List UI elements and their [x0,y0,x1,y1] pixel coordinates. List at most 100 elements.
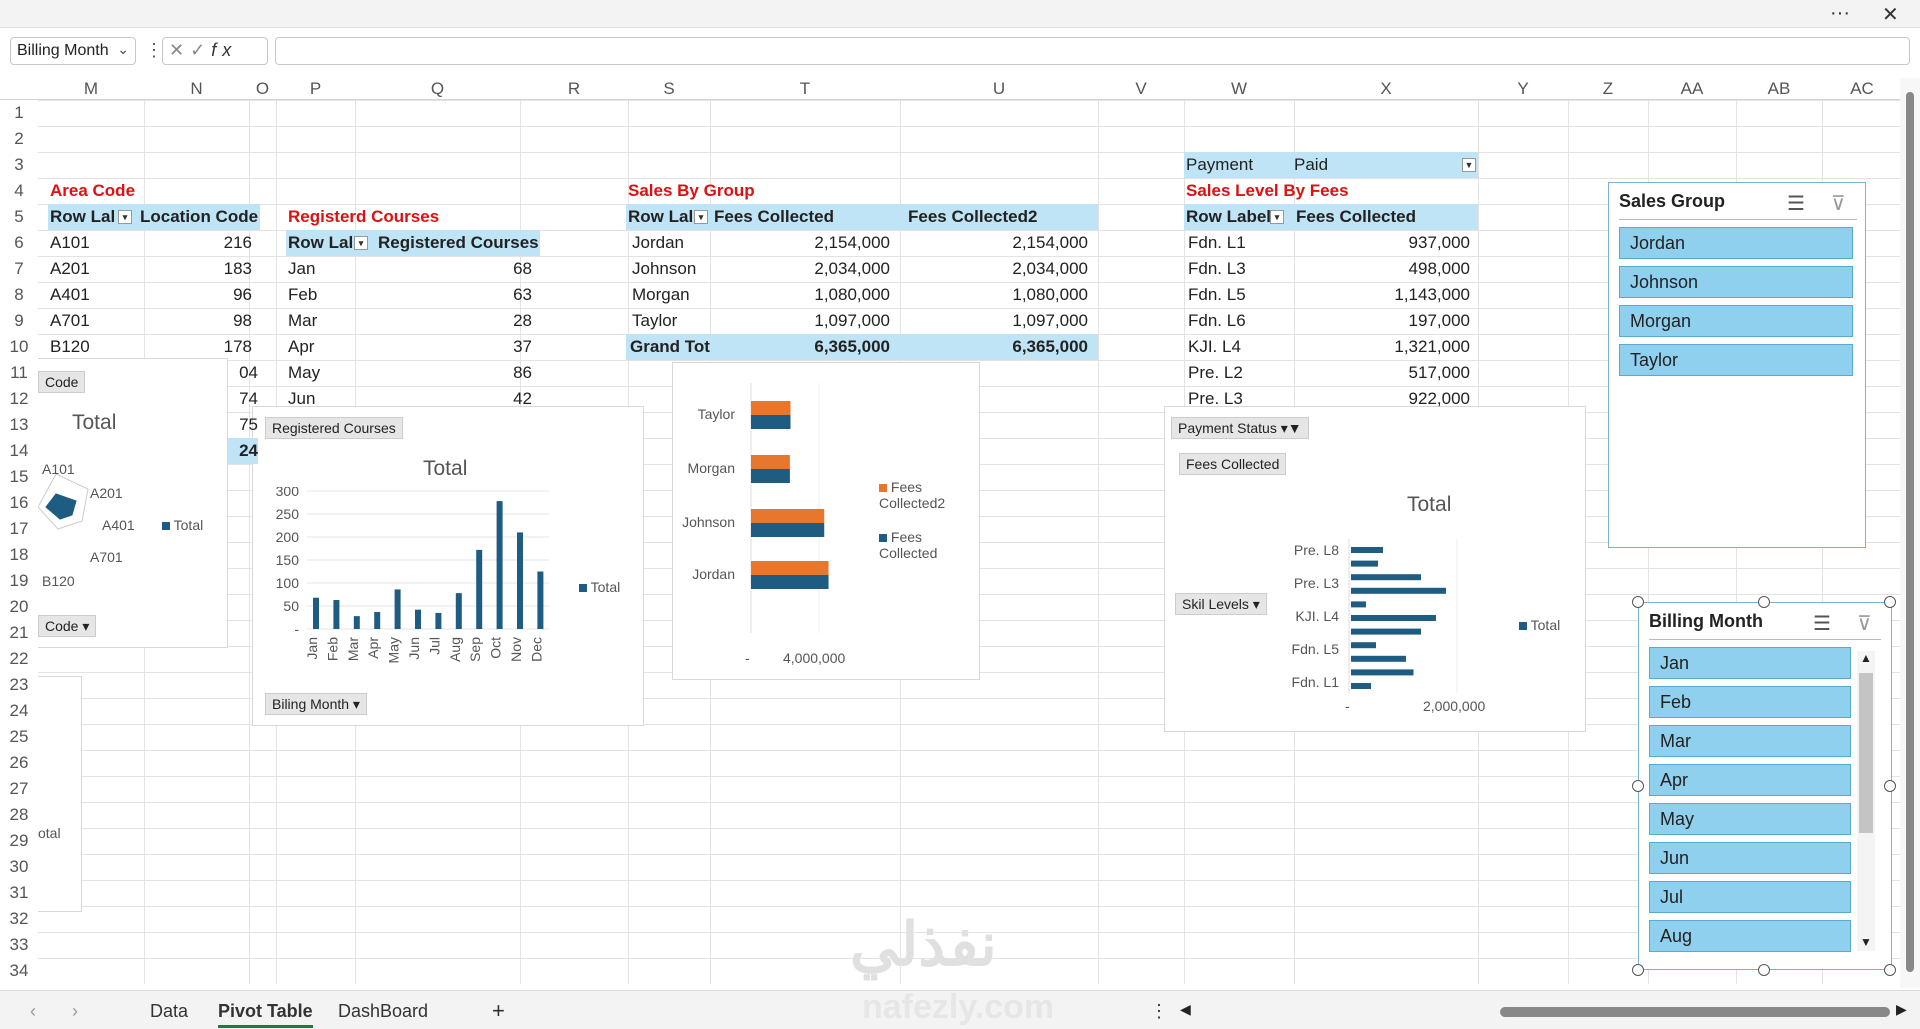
column-header[interactable]: AB [1736,78,1822,100]
more-options-icon[interactable]: ··· [1830,2,1850,25]
row-header[interactable]: 7 [0,256,38,282]
more-vertical-icon[interactable]: ⋮ [145,40,163,61]
function-icon[interactable]: fx [211,40,237,60]
row-header[interactable]: 6 [0,230,38,256]
row-header[interactable]: 3 [0,152,38,178]
row-header[interactable]: 20 [0,594,38,620]
row-header[interactable]: 30 [0,854,38,880]
row-header[interactable]: 22 [0,646,38,672]
slicer-item-mar[interactable]: Mar [1649,725,1851,757]
tab-pivot-table[interactable]: Pivot Table [218,997,313,1028]
column-header[interactable]: Q [355,78,520,100]
filter-dropdown-icon[interactable]: ▾ [354,236,368,250]
column-header[interactable]: X [1294,78,1478,100]
filter-dropdown-icon[interactable]: ▾ [118,210,132,224]
column-header[interactable]: W [1184,78,1294,100]
column-header[interactable]: O [249,78,276,100]
column-header[interactable]: P [276,78,355,100]
area-code-field-button[interactable]: Code [38,371,86,393]
tab-data[interactable]: Data [150,997,188,1025]
row-header[interactable]: 1 [0,100,38,126]
row-header[interactable]: 29 [0,828,38,854]
column-header[interactable]: AA [1648,78,1736,100]
column-header[interactable]: M [38,78,144,100]
scroll-left-icon[interactable]: ◀ [1180,1001,1191,1018]
area-code-axis-button[interactable]: Code ▾ [38,615,97,637]
enter-icon[interactable]: ✓ [190,40,211,60]
column-header[interactable]: N [144,78,249,100]
row-header[interactable]: 5 [0,204,38,230]
column-header[interactable]: S [628,78,710,100]
column-header[interactable]: T [710,78,900,100]
row-header[interactable]: 25 [0,724,38,750]
multi-select-icon[interactable]: ☰ [1813,611,1831,636]
slicer-item-feb[interactable]: Feb [1649,686,1851,718]
row-header[interactable]: 21 [0,620,38,646]
scroll-up-icon[interactable]: ▲ [1860,651,1872,665]
row-header[interactable]: 18 [0,542,38,568]
column-header[interactable]: Y [1478,78,1568,100]
column-header[interactable]: R [520,78,628,100]
row-header[interactable]: 31 [0,880,38,906]
sales-group-slicer[interactable]: Sales Group ☰ ⊽ Jordan Johnson Morgan Taylo… [1608,182,1866,548]
partial-chart[interactable]: otal [38,676,82,912]
more-vertical-icon[interactable]: ⋮ [1150,997,1168,1025]
column-header[interactable]: U [900,78,1098,100]
prev-sheet-icon[interactable]: ‹ [30,997,36,1025]
row-header[interactable]: 2 [0,126,38,152]
filter-funnel-icon[interactable]: ▼ [1462,158,1476,172]
scroll-right-icon[interactable]: ▶ [1896,1001,1907,1018]
row-header[interactable]: 33 [0,932,38,958]
row-header[interactable]: 9 [0,308,38,334]
row-header[interactable]: 34 [0,958,38,984]
row-header[interactable]: 28 [0,802,38,828]
multi-select-icon[interactable]: ☰ [1787,191,1805,216]
row-header[interactable]: 17 [0,516,38,542]
row-header[interactable]: 13 [0,412,38,438]
courses-column-chart[interactable]: Registered Courses Total 300 250 200 150 100… [252,406,644,726]
registered-courses-field-button[interactable]: Registered Courses [265,417,403,439]
row-header[interactable]: 23 [0,672,38,698]
slicer-item-apr[interactable]: Apr [1649,764,1851,796]
cancel-icon[interactable]: ✕ [169,40,190,60]
close-icon[interactable]: ✕ [1882,2,1899,27]
slicer-item-jul[interactable]: Jul [1649,881,1851,913]
row-header[interactable]: 27 [0,776,38,802]
slicer-item-jordan[interactable]: Jordan [1619,227,1853,259]
slicer-item-aug[interactable]: Aug [1649,920,1851,952]
row-header[interactable]: 14 [0,438,38,464]
vertical-scrollbar[interactable] [1900,78,1920,988]
name-box[interactable]: Billing Month ⌄ [10,37,136,65]
tab-dashboard[interactable]: DashBoard [338,997,428,1025]
column-header[interactable]: Z [1568,78,1648,100]
billing-month-axis-button[interactable]: Biling Month ▾ [265,693,367,715]
row-header[interactable]: 32 [0,906,38,932]
level-bar-chart[interactable]: Payment Status ▾▼ Fees Collected Total S… [1164,406,1586,732]
row-header[interactable]: 10 [0,334,38,360]
radar-chart[interactable]: Code Total A101 A201 A401 A701 B120 Tota… [38,358,228,648]
add-sheet-button[interactable]: + [492,997,505,1025]
slicer-item-may[interactable]: May [1649,803,1851,835]
row-header[interactable]: 4 [0,178,38,204]
row-header[interactable]: 12 [0,386,38,412]
scroll-down-icon[interactable]: ▼ [1860,935,1872,949]
clear-filter-icon[interactable]: ⊽ [1857,611,1872,636]
group-bar-chart[interactable]: Taylor Morgan Johnson Jordan - 4,000,000 Fees… [672,362,980,680]
slicer-item-morgan[interactable]: Morgan [1619,305,1853,337]
slicer-item-jun[interactable]: Jun [1649,842,1851,874]
slicer-item-johnson[interactable]: Johnson [1619,266,1853,298]
filter-dropdown-icon[interactable]: ▾ [694,210,708,224]
row-header[interactable]: 15 [0,464,38,490]
column-header[interactable]: AC [1822,78,1902,100]
billing-month-slicer[interactable]: Billing Month ☰ ⊽ Jan Feb Mar Apr May Jun Jul A… [1638,602,1892,970]
row-header[interactable]: 26 [0,750,38,776]
horizontal-scrollbar[interactable]: ◀ ▶ [1180,1001,1910,1019]
next-sheet-icon[interactable]: › [72,997,78,1025]
chevron-down-icon[interactable]: ⌄ [117,41,129,58]
filter-dropdown-icon[interactable]: ▾ [1270,210,1284,224]
slicer-item-taylor[interactable]: Taylor [1619,344,1853,376]
slicer-item-jan[interactable]: Jan [1649,647,1851,679]
row-header[interactable]: 24 [0,698,38,724]
row-header[interactable]: 11 [0,360,38,386]
column-header[interactable]: V [1098,78,1184,100]
